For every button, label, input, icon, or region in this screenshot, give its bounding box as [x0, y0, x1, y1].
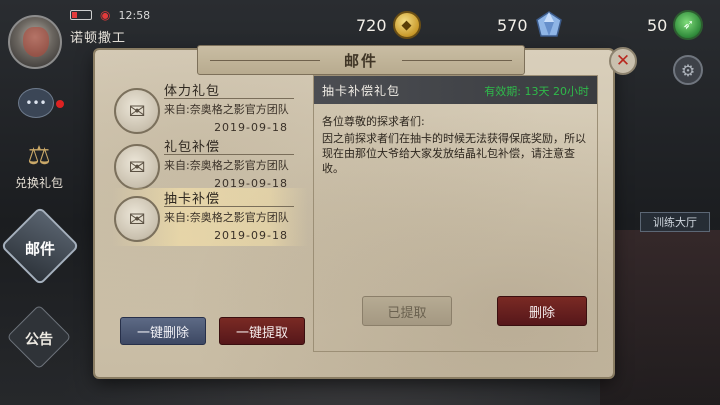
coin-icon: ◆: [392, 11, 421, 39]
mail-item-sender: 来自:奈奥格之影官方团队: [164, 211, 289, 224]
claim-all-button[interactable]: 一键提取: [219, 317, 305, 345]
battery-icon: [70, 10, 92, 20]
envelope-icon: ✉: [114, 88, 160, 134]
mail-item-title: 体力礼包: [164, 84, 221, 99]
energy-icon: ➶: [673, 10, 704, 40]
gem-icon: [534, 10, 564, 40]
mail-title-banner: 邮件: [197, 45, 525, 75]
mail-detail-body: 各位尊敬的探求者们: 因之前探求者们在抽卡的时候无法获得保底奖励，所以现在由那位…: [322, 114, 592, 176]
background-building: [600, 230, 720, 405]
chat-icon: •••: [25, 96, 47, 110]
mail-item-date: 2019-09-18: [214, 121, 288, 134]
redeem-gift-button[interactable]: ⚖ 兑换礼包: [8, 142, 70, 192]
status-bar: ◉ 12:58: [70, 7, 150, 23]
close-icon: ✕: [615, 51, 631, 71]
mail-detail-header: 抽卡补偿礼包 有效期: 13天 20小时: [314, 76, 597, 104]
mail-item-divider: [164, 98, 294, 99]
delete-all-button[interactable]: 一键删除: [120, 317, 206, 345]
gem-value: 570: [497, 15, 528, 35]
mail-list-item[interactable]: ✉ 礼包补偿 来自:奈奥格之影官方团队 2019-09-18: [112, 136, 308, 194]
close-button[interactable]: ✕: [609, 47, 637, 75]
mail-list-item-selected[interactable]: ✉ 抽卡补偿 来自:奈奥格之影官方团队 2019-09-18: [112, 188, 308, 246]
notification-dot: [56, 100, 64, 108]
mail-item-sender: 来自:奈奥格之影官方团队: [164, 103, 289, 116]
mail-expire-time: 有效期: 13天 20小时: [484, 85, 589, 98]
energy-value: 50: [647, 15, 668, 35]
mail-item-sender: 来自:奈奥格之影官方团队: [164, 159, 289, 172]
mail-detail-title: 抽卡补偿礼包: [322, 84, 401, 98]
training-hall-button[interactable]: 训练大厅: [640, 212, 710, 232]
mail-item-title: 抽卡补偿: [164, 192, 221, 207]
mail-item-divider: [164, 154, 294, 155]
redeem-gift-label: 兑换礼包: [14, 176, 63, 190]
mail-list-item[interactable]: ✉ 体力礼包 来自:奈奥格之影官方团队 2019-09-18: [112, 80, 308, 138]
envelope-icon: ✉: [114, 196, 160, 242]
mail-greeting: 各位尊敬的探求者们:: [322, 115, 425, 128]
gem-counter[interactable]: 570: [497, 10, 564, 40]
player-avatar[interactable]: [8, 15, 62, 69]
mail-item-divider: [164, 206, 294, 207]
mail-item-date: 2019-09-18: [214, 229, 288, 242]
coin-value: 720: [356, 15, 387, 35]
delete-button[interactable]: 删除: [497, 296, 587, 326]
mail-item-title: 礼包补偿: [164, 140, 221, 155]
status-time: 12:58: [118, 8, 151, 22]
mail-tab-label: 邮件: [24, 240, 55, 258]
mail-panel-title: 邮件: [343, 51, 378, 70]
wifi-icon: ◉: [100, 8, 111, 22]
claimed-button[interactable]: 已提取: [362, 296, 452, 326]
coin-counter[interactable]: 720 ◆: [356, 10, 421, 40]
notice-tab-label: 公告: [25, 332, 53, 348]
gear-icon[interactable]: ⚙: [673, 55, 703, 85]
scale-icon: ⚖: [27, 141, 51, 171]
player-name: 诺顿撒工: [70, 31, 127, 46]
envelope-icon: ✉: [114, 144, 160, 190]
mail-content: 因之前探求者们在抽卡的时候无法获得保底奖励，所以现在由那位大爷给大家发放结晶礼包…: [322, 132, 586, 175]
energy-counter[interactable]: 50 ➶: [647, 10, 704, 40]
chat-button[interactable]: •••: [18, 88, 54, 118]
